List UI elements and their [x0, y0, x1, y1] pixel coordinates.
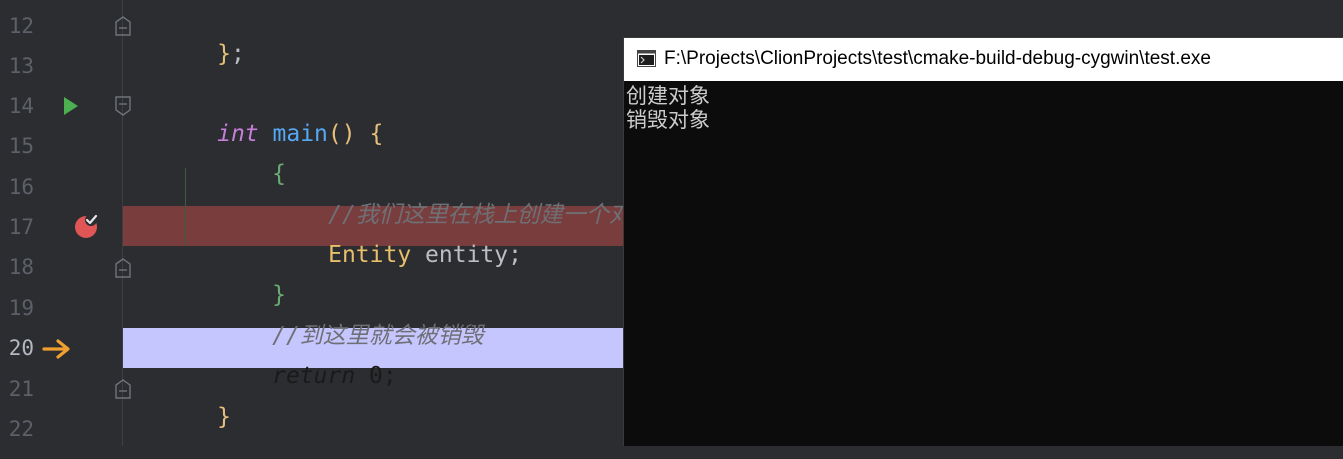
run-icon[interactable]: [62, 96, 80, 116]
fold-marker-icon[interactable]: [114, 379, 132, 399]
console-output-line: 创建对象: [626, 84, 710, 108]
console-window[interactable]: F:\Projects\ClionProjects\test\cmake-bui…: [623, 37, 1343, 446]
line-number[interactable]: 20: [0, 337, 34, 359]
line-number[interactable]: 14: [0, 95, 34, 117]
fold-marker-icon[interactable]: [114, 96, 132, 116]
fold-marker-icon[interactable]: [114, 16, 132, 36]
execution-pointer-icon: [42, 339, 70, 359]
breakpoint-icon[interactable]: [74, 212, 100, 240]
line-number[interactable]: 12: [0, 15, 34, 37]
line-number[interactable]: 16: [0, 176, 34, 198]
console-output-line: 销毁对象: [626, 108, 710, 132]
console-app-icon: [637, 50, 656, 67]
line-number[interactable]: 19: [0, 297, 34, 319]
console-output: 创建对象 销毁对象: [626, 84, 710, 132]
line-number[interactable]: 17: [0, 216, 34, 238]
line-number[interactable]: 22: [0, 418, 34, 440]
console-title: F:\Projects\ClionProjects\test\cmake-bui…: [664, 48, 1212, 69]
line-number[interactable]: 15: [0, 135, 34, 157]
fold-marker-icon[interactable]: [114, 258, 132, 278]
line-number[interactable]: 21: [0, 378, 34, 400]
console-titlebar[interactable]: F:\Projects\ClionProjects\test\cmake-bui…: [624, 38, 1343, 81]
line-number[interactable]: 18: [0, 256, 34, 278]
line-number[interactable]: 13: [0, 55, 34, 77]
